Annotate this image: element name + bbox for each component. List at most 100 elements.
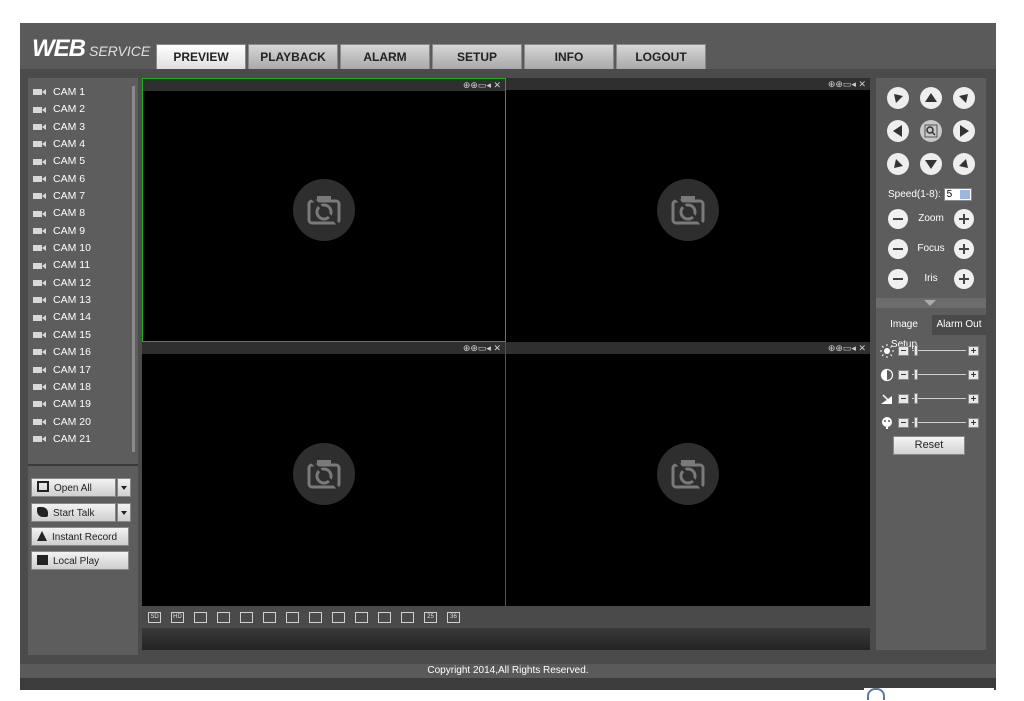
contrast-increase-button[interactable] — [968, 370, 979, 380]
ptz-up-left-button[interactable] — [887, 87, 909, 109]
contrast-decrease-button[interactable] — [898, 370, 909, 380]
iris-close-button[interactable] — [888, 269, 908, 289]
ptz-down-button[interactable] — [920, 153, 942, 175]
pane-tool-icons[interactable]: ⊕⊕▭◂ ✕ — [463, 342, 501, 354]
saturation-track[interactable] — [912, 398, 966, 399]
tab-alarm-out[interactable]: Alarm Out — [932, 315, 986, 335]
camera-icon — [33, 435, 47, 443]
video-pane-1[interactable]: ⊕⊕▭◂ ✕ — [142, 78, 506, 342]
camera-item[interactable]: CAM 21 — [28, 431, 138, 448]
video-pane-2[interactable]: ⊕⊕▭◂ ✕ — [506, 78, 870, 342]
camera-item[interactable]: CAM 3 — [28, 119, 138, 136]
ptz-left-button[interactable] — [887, 120, 909, 142]
camera-icon — [33, 106, 47, 114]
tab-logout[interactable]: LOGOUT — [616, 44, 706, 69]
speed-select[interactable]: 5 — [943, 188, 972, 201]
local-play-button[interactable]: Local Play — [31, 551, 129, 570]
contrast-handle[interactable] — [914, 369, 918, 380]
camera-item[interactable]: CAM 12 — [28, 275, 138, 292]
camera-item[interactable]: CAM 8 — [28, 205, 138, 222]
camera-item[interactable]: CAM 16 — [28, 344, 138, 361]
tab-alarm[interactable]: ALARM — [340, 44, 430, 69]
instant-record-button[interactable]: Instant Record — [31, 527, 129, 546]
camera-item[interactable]: CAM 18 — [28, 379, 138, 396]
focus-near-button[interactable] — [888, 239, 908, 259]
arrow-down-right-icon — [959, 159, 968, 168]
brightness-increase-button[interactable] — [968, 346, 979, 356]
iris-open-button[interactable] — [954, 269, 974, 289]
camera-item[interactable]: CAM 19 — [28, 396, 138, 413]
camera-item[interactable]: CAM 17 — [28, 362, 138, 379]
ptz-up-right-button[interactable] — [953, 87, 975, 109]
split-25-button[interactable]: 25 — [424, 612, 437, 623]
split-4-button[interactable] — [263, 612, 276, 623]
split-8-button[interactable] — [309, 612, 322, 623]
camera-item[interactable]: CAM 14 — [28, 309, 138, 326]
sd-quality-button[interactable]: SD — [148, 612, 161, 623]
hd-quality-button[interactable]: HD — [171, 612, 184, 623]
split-1-button[interactable] — [240, 612, 253, 623]
saturation-icon — [881, 394, 892, 404]
contrast-track[interactable] — [912, 374, 966, 375]
start-talk-dropdown[interactable] — [117, 503, 131, 522]
video-pane-4[interactable]: ⊕⊕▭◂ ✕ — [506, 342, 870, 606]
camera-item[interactable]: CAM 4 — [28, 136, 138, 153]
camera-item[interactable]: CAM 10 — [28, 240, 138, 257]
ptz-right-button[interactable] — [953, 120, 975, 142]
fullscreen-button[interactable] — [194, 612, 207, 623]
hue-track[interactable] — [912, 422, 966, 423]
ptz-down-left-button[interactable] — [887, 153, 909, 175]
pane-tool-icons[interactable]: ⊕⊕▭◂ ✕ — [828, 342, 866, 354]
camera-item[interactable]: CAM 13 — [28, 292, 138, 309]
camera-item[interactable]: CAM 9 — [28, 223, 138, 240]
pane-tool-icons[interactable]: ⊕⊕▭◂ ✕ — [828, 78, 866, 90]
tab-image-setup[interactable]: Image Setup — [876, 315, 932, 350]
camera-item[interactable]: CAM 2 — [28, 101, 138, 118]
brightness-decrease-button[interactable] — [898, 346, 909, 356]
split-6-button[interactable] — [286, 612, 299, 623]
camera-list-scrollbar[interactable] — [132, 86, 135, 452]
camera-item[interactable]: CAM 1 — [28, 84, 138, 101]
saturation-decrease-button[interactable] — [898, 394, 909, 404]
pane-tool-icons[interactable]: ⊕⊕▭◂ ✕ — [463, 79, 501, 91]
camera-item[interactable]: CAM 11 — [28, 257, 138, 274]
camera-item[interactable]: CAM 7 — [28, 188, 138, 205]
tab-info[interactable]: INFO — [524, 44, 614, 69]
camera-item[interactable]: CAM 5 — [28, 153, 138, 170]
reset-button[interactable]: Reset — [893, 436, 965, 455]
split-20-button[interactable] — [401, 612, 414, 623]
zoom-in-button[interactable] — [954, 209, 974, 229]
saturation-handle[interactable] — [914, 393, 918, 404]
saturation-increase-button[interactable] — [968, 394, 979, 404]
camera-item[interactable]: CAM 20 — [28, 414, 138, 431]
camera-label: CAM 7 — [53, 190, 86, 203]
camera-panel: CAM 1 CAM 2 CAM 3 CAM 4 CAM 5 CAM 6 CAM 7 CAM 8… — [28, 78, 138, 655]
tab-preview[interactable]: PREVIEW — [156, 44, 246, 69]
tab-playback[interactable]: PLAYBACK — [248, 44, 338, 69]
brightness-track[interactable] — [912, 350, 966, 351]
start-talk-button[interactable]: Start Talk — [31, 503, 116, 522]
split-13-button[interactable] — [355, 612, 368, 623]
camera-item[interactable]: CAM 6 — [28, 171, 138, 188]
brightness-handle[interactable] — [914, 345, 918, 356]
tab-setup[interactable]: SETUP — [432, 44, 522, 69]
open-all-dropdown[interactable] — [117, 478, 131, 497]
split-16-button[interactable] — [378, 612, 391, 623]
camera-label: CAM 3 — [53, 120, 86, 133]
hue-decrease-button[interactable] — [898, 418, 909, 428]
video-pane-3[interactable]: ⊕⊕▭◂ ✕ — [142, 342, 506, 606]
split-1-wide-button[interactable] — [217, 612, 230, 623]
arrow-left-icon — [893, 125, 902, 137]
ptz-collapse-toggle[interactable] — [876, 298, 986, 308]
hue-handle[interactable] — [914, 417, 918, 428]
split-36-button[interactable]: 36 — [447, 612, 460, 623]
camera-item[interactable]: CAM 15 — [28, 327, 138, 344]
zoom-out-button[interactable] — [888, 209, 908, 229]
ptz-down-right-button[interactable] — [953, 153, 975, 175]
ptz-up-button[interactable] — [920, 87, 942, 109]
focus-far-button[interactable] — [954, 239, 974, 259]
hue-increase-button[interactable] — [968, 418, 979, 428]
split-9-button[interactable] — [332, 612, 345, 623]
ptz-auto-focus-button[interactable] — [920, 120, 942, 142]
open-all-button[interactable]: Open All — [31, 478, 116, 497]
